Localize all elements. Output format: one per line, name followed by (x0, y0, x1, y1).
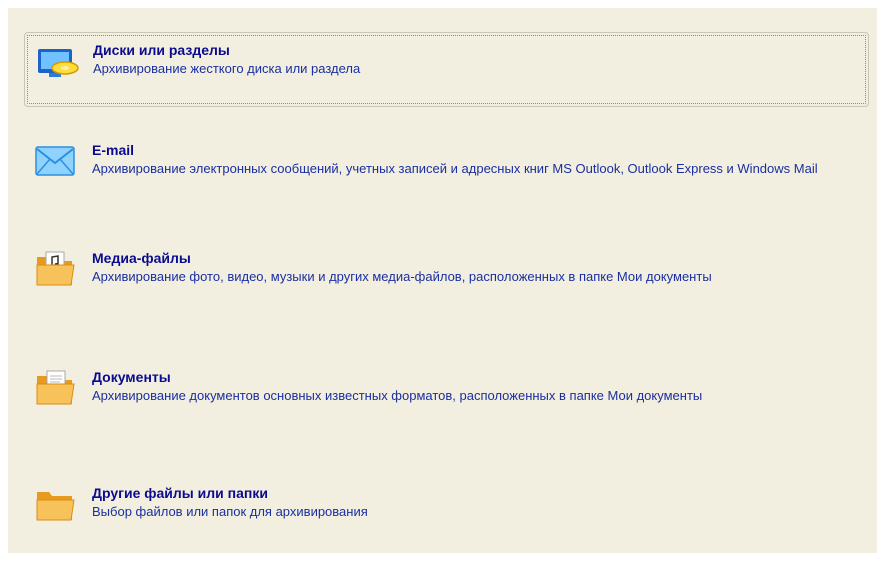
option-documents[interactable]: Документы Архивирование документов основ… (24, 360, 869, 440)
option-title: Диски или разделы (93, 42, 230, 58)
documents-folder-icon (34, 368, 78, 408)
option-description: Архивирование электронных сообщений, уче… (92, 161, 818, 176)
backup-type-panel: Диски или разделы Архивирование жесткого… (8, 8, 877, 553)
option-title: Медиа-файлы (92, 250, 191, 266)
option-title: Документы (92, 369, 171, 385)
envelope-icon (34, 141, 78, 181)
option-description: Архивирование документов основных извест… (92, 388, 703, 403)
monitor-disk-icon (35, 41, 79, 81)
option-disks-partitions[interactable]: Диски или разделы Архивирование жесткого… (24, 32, 869, 107)
option-other-files-folders[interactable]: Другие файлы или папки Выбор файлов или … (24, 476, 869, 538)
option-email[interactable]: E-mail Архивирование электронных сообщен… (24, 133, 869, 213)
folder-icon (34, 484, 78, 524)
option-description: Выбор файлов или папок для архивирования (92, 504, 368, 519)
media-folder-icon (34, 249, 78, 289)
option-title: Другие файлы или папки (92, 485, 268, 501)
option-description: Архивирование жесткого диска или раздела (93, 61, 361, 76)
option-media-files[interactable]: Медиа-файлы Архивирование фото, видео, м… (24, 241, 869, 321)
option-description: Архивирование фото, видео, музыки и друг… (92, 269, 712, 284)
option-title: E-mail (92, 142, 135, 158)
